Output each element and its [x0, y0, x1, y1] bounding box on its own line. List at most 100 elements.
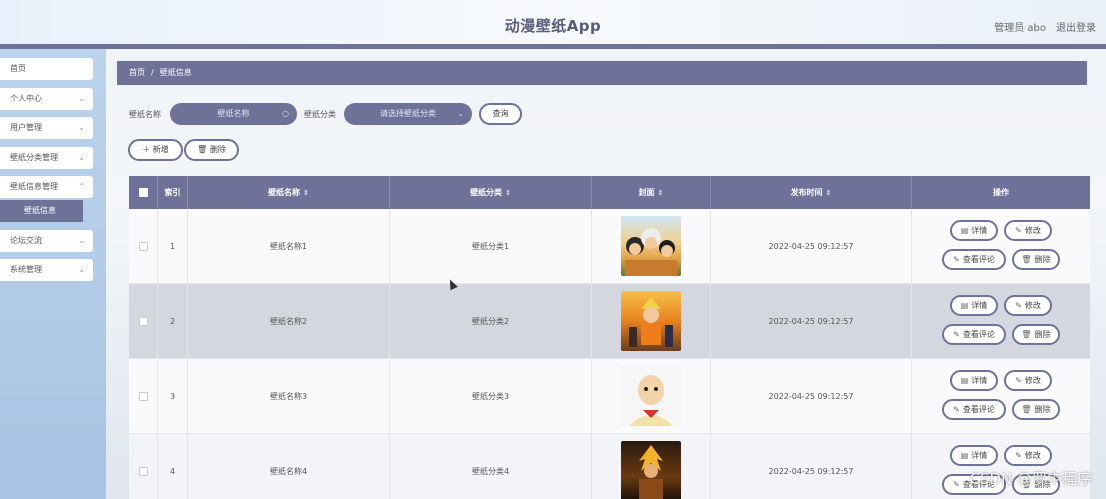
sidebar-item-category-mgmt[interactable]: 壁纸分类管理 ⌄	[0, 147, 93, 169]
category-select[interactable]: 请选择壁纸分类 ⌄	[344, 103, 472, 125]
add-button-label: 新增	[152, 145, 169, 154]
row-checkbox[interactable]	[139, 317, 148, 326]
row-checkbox[interactable]	[139, 392, 148, 401]
header-category-label: 壁纸分类	[470, 188, 503, 197]
batch-delete-button[interactable]: 🗑 删除	[184, 139, 239, 161]
pencil-icon: ✎	[1015, 451, 1022, 460]
detail-button[interactable]: ▤ 详情	[950, 220, 998, 241]
header-cover[interactable]: 封面 ⇕	[592, 176, 711, 209]
name-search-input[interactable]: 壁纸名称 ○	[170, 103, 297, 125]
cover-image	[621, 291, 681, 351]
sidebar-item-label: 壁纸分类管理	[10, 153, 58, 162]
row-name: 壁纸名称3	[188, 359, 390, 434]
row-checkbox[interactable]	[139, 467, 148, 476]
table-row: 3 壁纸名称3 壁纸分类3 2022-04-25 09:12:57 ▤ 详情 ✎ 修…	[129, 359, 1090, 434]
sidebar-item-label: 首页	[10, 64, 26, 73]
plus-icon: ＋	[142, 145, 153, 154]
row-index: 1	[158, 209, 188, 284]
row-select-cell	[129, 284, 158, 359]
pencil-icon: ✎	[1015, 226, 1022, 235]
query-button[interactable]: 查询	[479, 103, 522, 125]
category-select-placeholder: 请选择壁纸分类	[380, 109, 436, 118]
delete-button[interactable]: 🗑 删除	[1012, 324, 1060, 345]
row-select-cell	[129, 359, 158, 434]
comments-label: 查看评论	[962, 330, 995, 339]
document-icon: ▤	[960, 376, 969, 385]
edit-button[interactable]: ✎ 修改	[1004, 295, 1052, 316]
edit-label: 修改	[1024, 226, 1041, 235]
select-all-checkbox[interactable]	[139, 188, 148, 197]
header-select-all-cell	[129, 176, 158, 209]
chevron-down-icon: ⌄	[78, 153, 85, 162]
sidebar-item-label: 壁纸信息管理	[10, 182, 58, 191]
wallpaper-table: 索引 壁纸名称 ⇕ 壁纸分类 ⇕ 封面 ⇕ 发布时间 ⇕ 操作 1 壁纸名称1 壁纸分类…	[129, 176, 1090, 499]
table-row: 1 壁纸名称1 壁纸分类1 2022-04-25 09:12:57 ▤ 详情 ✎ 修…	[129, 209, 1090, 284]
top-header: 动漫壁纸App 管理员 abo 退出登录	[0, 0, 1106, 44]
comments-label: 查看评论	[962, 255, 995, 264]
row-actions-cell: ▤ 详情 ✎ 修改 ✎ 查看评论 🗑 删除	[912, 209, 1090, 284]
breadcrumb-home[interactable]: 首页	[129, 68, 145, 77]
sidebar-item-profile[interactable]: 个人中心 ⌄	[0, 88, 93, 110]
row-category: 壁纸分类3	[390, 359, 592, 434]
header-divider	[0, 44, 1106, 49]
sidebar-item-forum[interactable]: 论坛交流 ⌄	[0, 230, 93, 252]
pencil-icon: ✎	[953, 480, 960, 489]
header-actions: 操作	[993, 188, 1009, 197]
app-title: 动漫壁纸App	[504, 17, 602, 35]
edit-label: 修改	[1024, 301, 1041, 310]
detail-label: 详情	[971, 451, 988, 460]
detail-button[interactable]: ▤ 详情	[950, 370, 998, 391]
sidebar-item-wallpaper-mgmt[interactable]: 壁纸信息管理 ⌃	[0, 176, 93, 198]
chevron-up-icon: ⌃	[78, 182, 85, 191]
header-time[interactable]: 发布时间 ⇕	[711, 176, 912, 209]
sidebar-item-system[interactable]: 系统管理 ⌄	[0, 259, 93, 281]
detail-button[interactable]: ▤ 详情	[950, 445, 998, 466]
delete-button[interactable]: 🗑 删除	[1012, 399, 1060, 420]
table-row: 2 壁纸名称2 壁纸分类2 2022-04-25 09:12:57 ▤ 详情 ✎ 修…	[129, 284, 1090, 359]
view-comments-button[interactable]: ✎ 查看评论	[942, 399, 1006, 420]
view-comments-button[interactable]: ✎ 查看评论	[942, 249, 1006, 270]
row-index: 2	[158, 284, 188, 359]
header-category[interactable]: 壁纸分类 ⇕	[390, 176, 592, 209]
table-header: 索引 壁纸名称 ⇕ 壁纸分类 ⇕ 封面 ⇕ 发布时间 ⇕ 操作	[129, 176, 1090, 209]
document-icon: ▤	[960, 451, 969, 460]
delete-label: 删除	[1034, 255, 1051, 264]
sort-icon: ⇕	[303, 189, 309, 197]
edit-button[interactable]: ✎ 修改	[1004, 445, 1052, 466]
edit-label: 修改	[1024, 376, 1041, 385]
view-comments-button[interactable]: ✎ 查看评论	[942, 324, 1006, 345]
delete-button[interactable]: 🗑 删除	[1012, 249, 1060, 270]
sidebar-item-users[interactable]: 用户管理 ⌄	[0, 117, 93, 139]
sidebar-subitem-wallpaper-info[interactable]: 壁纸信息	[0, 200, 83, 222]
document-icon: ▤	[960, 301, 969, 310]
watermark: CSDN @罗中程序	[969, 470, 1092, 488]
row-checkbox[interactable]	[139, 242, 148, 251]
sidebar-item-home[interactable]: 首页	[0, 58, 93, 80]
chevron-down-icon: ⌄	[78, 123, 85, 132]
row-name: 壁纸名称1	[188, 209, 390, 284]
row-time: 2022-04-25 09:12:57	[711, 434, 912, 499]
detail-button[interactable]: ▤ 详情	[950, 295, 998, 316]
row-index: 4	[158, 434, 188, 499]
current-user: 管理员 abo	[994, 23, 1046, 34]
logout-link[interactable]: 退出登录	[1056, 19, 1096, 34]
row-select-cell	[129, 209, 158, 284]
trash-icon: 🗑	[197, 145, 210, 154]
add-button[interactable]: ＋ 新增	[128, 139, 183, 161]
table-row: 4 壁纸名称4 壁纸分类4 2022-04-25 09:12:57 ▤ 详情 ✎ 修…	[129, 434, 1090, 499]
row-time: 2022-04-25 09:12:57	[711, 209, 912, 284]
row-cover-cell	[592, 284, 711, 359]
trash-icon: 🗑	[1021, 255, 1032, 264]
header-name[interactable]: 壁纸名称 ⇕	[188, 176, 390, 209]
row-actions-cell: ▤ 详情 ✎ 修改 ✎ 查看评论 🗑 删除	[912, 359, 1090, 434]
breadcrumb-current: 壁纸信息	[159, 68, 192, 77]
edit-button[interactable]: ✎ 修改	[1004, 220, 1052, 241]
sort-icon: ⇕	[657, 189, 664, 197]
edit-label: 修改	[1024, 451, 1041, 460]
cover-image	[621, 366, 681, 426]
sort-icon: ⇕	[825, 189, 832, 197]
header-name-label: 壁纸名称	[268, 188, 301, 197]
row-time: 2022-04-25 09:12:57	[711, 359, 912, 434]
edit-button[interactable]: ✎ 修改	[1004, 370, 1052, 391]
row-cover-cell	[592, 359, 711, 434]
